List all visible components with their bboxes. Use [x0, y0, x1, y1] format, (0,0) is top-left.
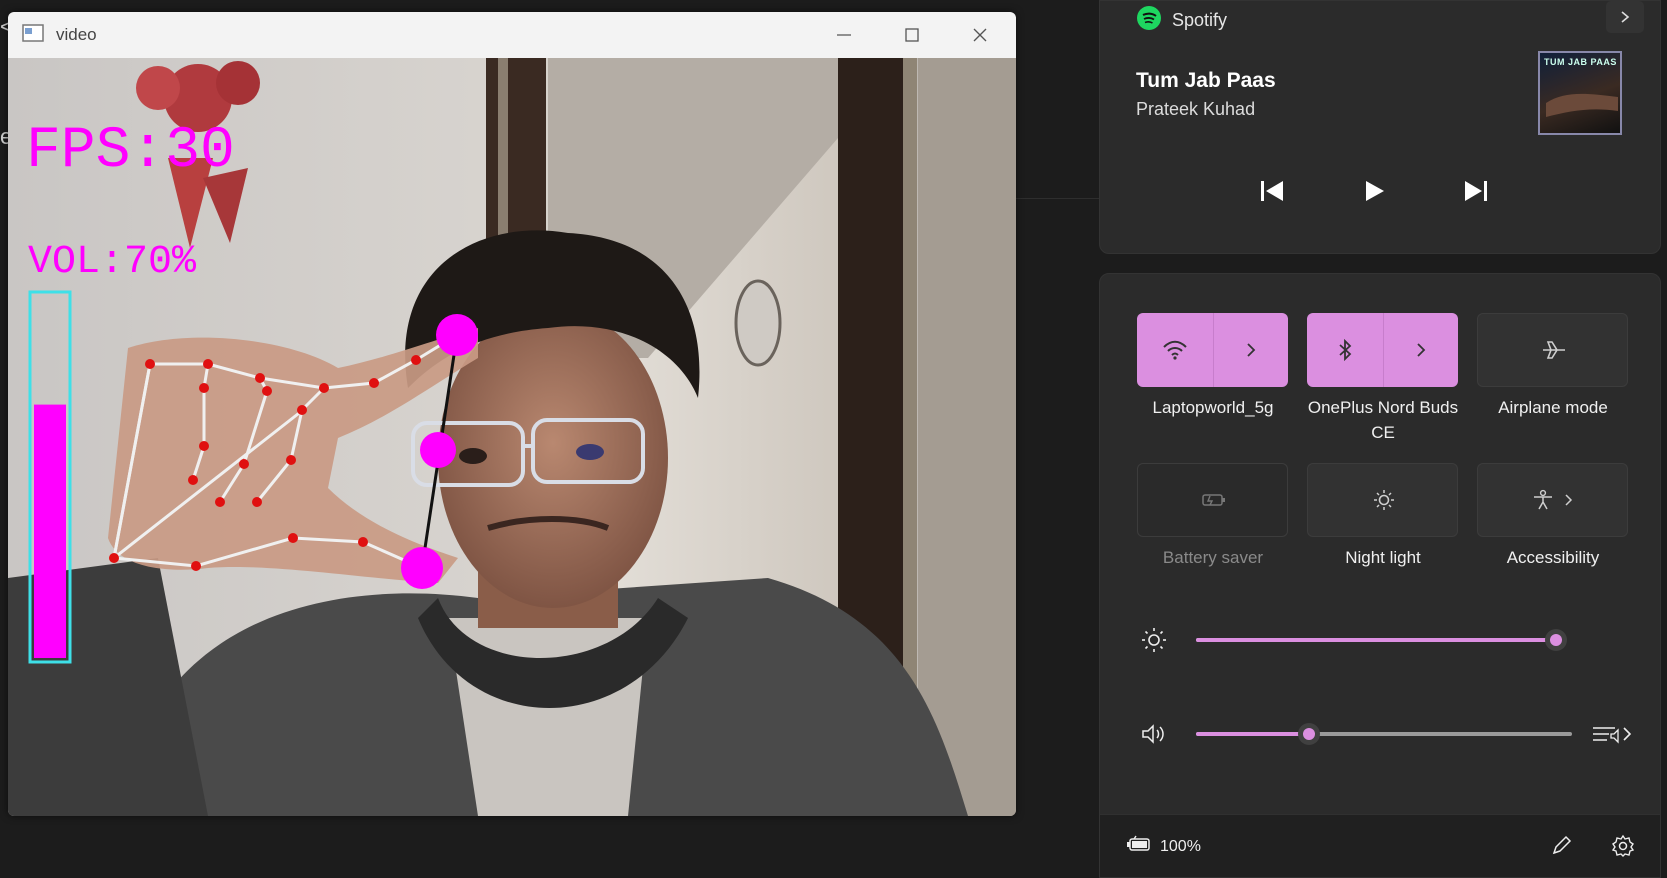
pencil-icon[interactable] — [1546, 831, 1576, 861]
audio-output-select-icon[interactable] — [1590, 719, 1636, 749]
battery-icon — [1126, 835, 1152, 858]
next-track-button[interactable] — [1456, 173, 1496, 209]
airplane-mode-tile[interactable] — [1477, 313, 1628, 387]
volume-slider-thumb[interactable] — [1297, 723, 1320, 745]
battery-saver-tile[interactable] — [1137, 463, 1288, 537]
tile-label-airplane: Airplane mode — [1498, 398, 1608, 417]
index-tip-marker — [401, 547, 443, 589]
volume-slider[interactable] — [1196, 723, 1572, 745]
fps-counter: FPS:30 — [26, 119, 235, 184]
volume-text: VOL:70% — [28, 240, 197, 285]
wifi-expand-chevron-icon[interactable] — [1214, 313, 1288, 387]
media-expand-button[interactable] — [1606, 1, 1644, 33]
video-window: video FPS:30 VOL:70% — [8, 12, 1016, 816]
title-bar[interactable]: video — [8, 12, 1016, 58]
midpoint-marker — [420, 432, 456, 468]
song-title: Tum Jab Paas — [1136, 69, 1276, 92]
bluetooth-tile[interactable] — [1307, 313, 1458, 387]
minimize-button[interactable] — [810, 12, 878, 58]
tile-label-accessibility: Accessibility — [1506, 548, 1600, 567]
quick-settings-footer: 100% — [1100, 814, 1660, 877]
tile-label-wifi: Laptopworld_5g — [1152, 398, 1274, 417]
quick-settings-panel: Laptopworld_5g OnePlus Nord Buds CE Airp… — [1099, 273, 1661, 878]
previous-track-button[interactable] — [1252, 173, 1292, 209]
maximize-button[interactable] — [878, 12, 946, 58]
bluetooth-expand-chevron-icon[interactable] — [1384, 313, 1458, 387]
media-app-name: Spotify — [1172, 10, 1228, 30]
night-light-icon — [1308, 464, 1459, 536]
brightness-slider-thumb[interactable] — [1545, 629, 1568, 651]
album-art: TUM JAB PAAS — [1538, 51, 1622, 135]
media-card: Spotify Tum Jab Paas Prateek Kuhad TUM J… — [1099, 0, 1661, 254]
battery-status[interactable]: 100% — [1126, 835, 1201, 858]
volume-slider-fill — [1196, 732, 1309, 736]
app-window-icon — [22, 24, 44, 42]
close-button[interactable] — [946, 12, 1014, 58]
accessibility-icon — [1478, 464, 1629, 536]
artist-name: Prateek Kuhad — [1136, 99, 1256, 119]
night-light-tile[interactable] — [1307, 463, 1458, 537]
tile-label-bluetooth: OnePlus Nord Buds CE — [1307, 398, 1459, 442]
thumb-tip-marker — [436, 314, 478, 356]
tile-label-battery-saver: Battery saver — [1162, 548, 1264, 567]
airplane-icon — [1478, 314, 1629, 386]
media-app-row: Spotify — [1136, 5, 1227, 36]
speaker-icon[interactable] — [1139, 719, 1169, 749]
brightness-slider-fill — [1196, 638, 1557, 642]
wifi-icon[interactable] — [1137, 313, 1213, 387]
wifi-tile[interactable] — [1137, 313, 1288, 387]
battery-percent: 100% — [1160, 837, 1201, 855]
gear-icon[interactable] — [1608, 831, 1638, 861]
battery-saver-icon — [1138, 464, 1289, 536]
window-title: video — [56, 25, 97, 44]
bluetooth-icon[interactable] — [1307, 313, 1383, 387]
brightness-slider[interactable] — [1196, 629, 1568, 651]
spotify-icon — [1136, 5, 1162, 36]
accessibility-tile[interactable] — [1477, 463, 1628, 537]
brightness-icon — [1139, 625, 1169, 655]
tile-label-night-light: Night light — [1345, 548, 1421, 567]
play-button[interactable] — [1354, 173, 1394, 209]
webcam-frame: FPS:30 VOL:70% — [8, 58, 1016, 816]
volume-bar-fill — [34, 404, 66, 658]
